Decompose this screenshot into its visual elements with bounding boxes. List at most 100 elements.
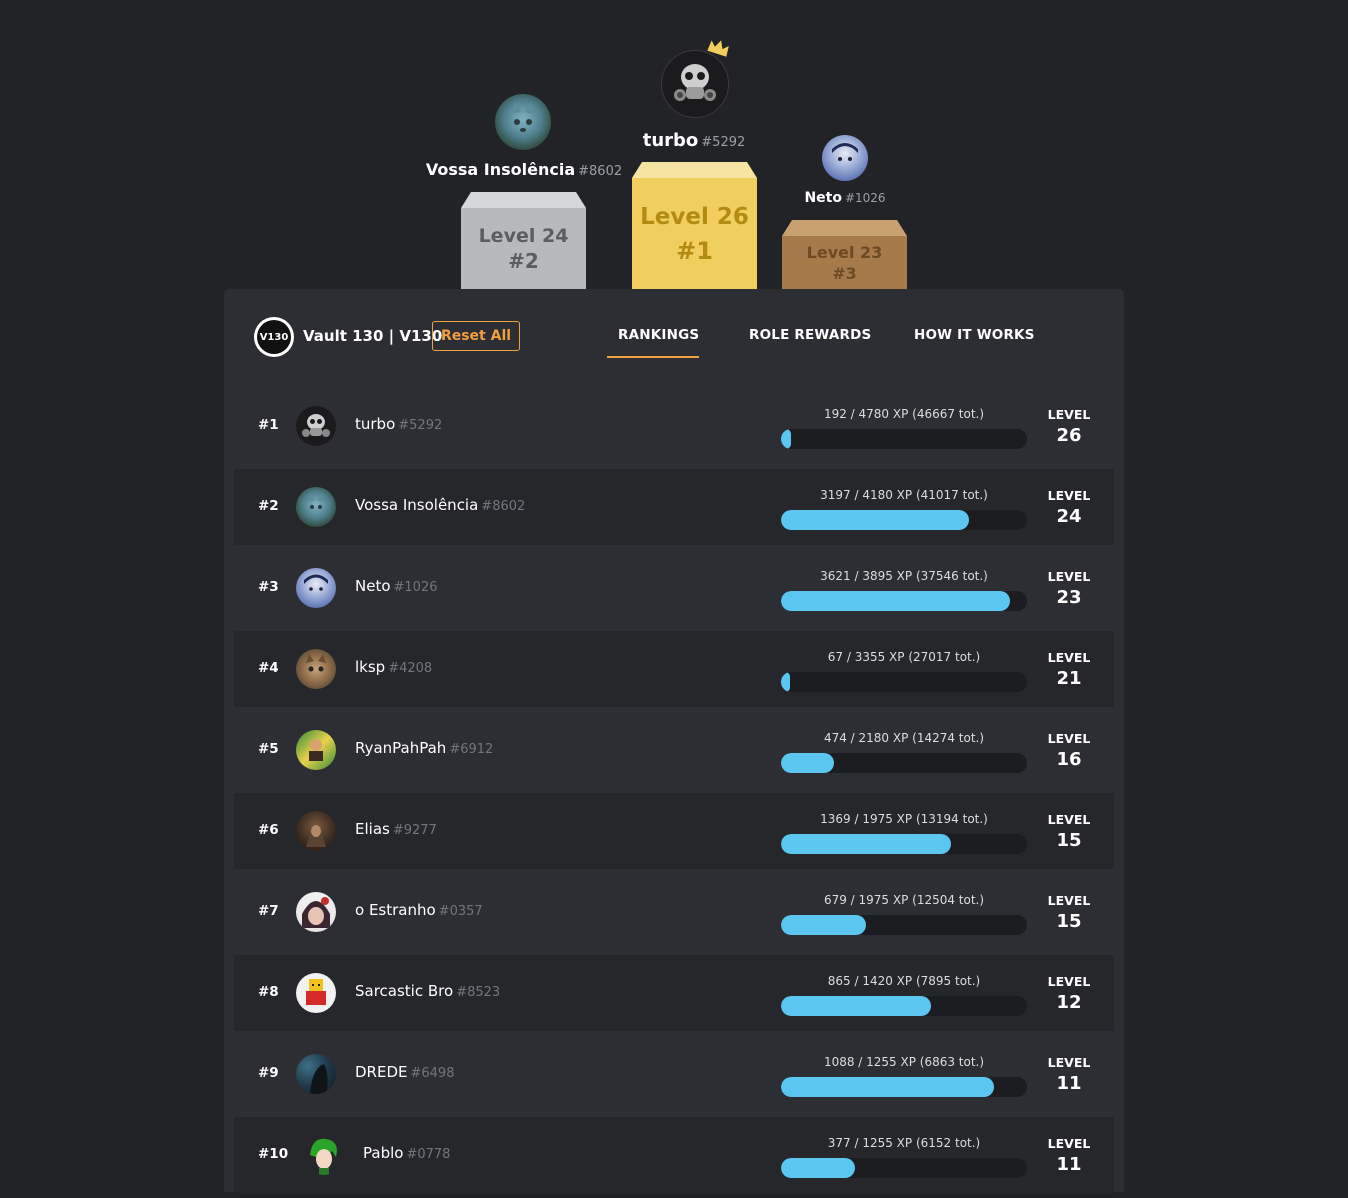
username: turbo #5292 <box>355 415 443 433</box>
reset-all-button[interactable]: Reset All <box>432 321 520 351</box>
rank-number: #3 <box>258 579 279 595</box>
leaderboard-panel: V130 Vault 130 | V130 Reset All RANKINGS… <box>224 289 1124 1193</box>
level-label: LEVEL <box>1047 1055 1091 1070</box>
podium-second-block: Level 24 #2 <box>461 192 586 289</box>
level-label: LEVEL <box>1047 569 1091 584</box>
xp-progress-bar <box>781 591 1027 611</box>
xp-text: 192 / 4780 XP (46667 tot.) <box>823 407 985 421</box>
level-number: 11 <box>1056 1154 1082 1175</box>
user-avatar[interactable] <box>296 406 336 446</box>
ranking-row[interactable]: #4 lksp #4208 67 / 3355 XP (27017 tot.) L… <box>234 631 1114 707</box>
xp-text: 3197 / 4180 XP (41017 tot.) <box>820 488 988 502</box>
level-number: 26 <box>1056 425 1082 446</box>
xp-progress-bar <box>781 1077 1027 1097</box>
podium-third-name: Neto #1026 <box>804 190 886 206</box>
rank-number: #2 <box>258 498 279 514</box>
server-icon: V130 <box>254 317 294 357</box>
xp-progress-fill <box>781 591 1010 611</box>
anime-boy-icon <box>832 143 858 161</box>
level-number: 11 <box>1056 1073 1082 1094</box>
level-number: 16 <box>1056 749 1082 770</box>
xp-text: 67 / 3355 XP (27017 tot.) <box>827 650 981 664</box>
podium-first-avatar[interactable] <box>661 50 729 118</box>
xp-progress-bar <box>781 510 1027 530</box>
anime-girl-icon <box>302 897 330 928</box>
level-number: 12 <box>1056 992 1082 1013</box>
tab-rankings[interactable]: RANKINGS <box>618 327 699 343</box>
level-label: LEVEL <box>1047 1136 1091 1151</box>
dark-figure-icon <box>310 1064 328 1094</box>
xp-progress-fill <box>781 510 969 530</box>
user-avatar[interactable] <box>296 973 336 1013</box>
xp-progress-fill <box>781 1077 994 1097</box>
podium-first-face: Level 26 #1 <box>632 178 757 289</box>
podium-third-avatar[interactable] <box>822 135 868 181</box>
skull-gasmask-icon <box>302 414 330 437</box>
username: Sarcastic Bro #8523 <box>355 982 501 1000</box>
podium: Vossa Insolência #8602 Level 24 #2 turbo #… <box>0 0 1348 290</box>
ranking-row[interactable]: #6 Elias #9277 1369 / 1975 XP (13194 tot.… <box>234 793 1114 869</box>
level-label: LEVEL <box>1047 731 1091 746</box>
crown-icon <box>707 40 729 57</box>
character-icon <box>309 739 323 761</box>
tab-how-it-works[interactable]: HOW IT WORKS <box>914 327 1035 343</box>
xp-text: 679 / 1975 XP (12504 tot.) <box>823 893 985 907</box>
username: lksp #4208 <box>355 658 433 676</box>
tab-role-rewards[interactable]: ROLE REWARDS <box>749 327 871 343</box>
level-label: LEVEL <box>1047 893 1091 908</box>
rank-number: #8 <box>258 984 279 1000</box>
green-hair-character-icon <box>310 1138 337 1175</box>
ranking-row[interactable]: #7 o Estranho #0357 679 / 1975 XP (12504 … <box>234 874 1114 950</box>
ranking-row[interactable]: #3 Neto #1026 3621 / 3895 XP (37546 tot.)… <box>234 550 1114 626</box>
xp-progress-bar <box>781 672 1027 692</box>
podium-first-level: Level 26 <box>640 203 749 230</box>
user-avatar[interactable] <box>296 649 336 689</box>
podium-third-rank: #3 <box>832 263 857 283</box>
xp-progress-fill <box>781 753 834 773</box>
podium-second-avatar[interactable] <box>495 94 551 150</box>
podium-first-rank: #1 <box>676 236 713 265</box>
ranking-row[interactable]: #9 DREDE #6498 1088 / 1255 XP (6863 tot.)… <box>234 1036 1114 1112</box>
cat-face-icon <box>307 493 325 509</box>
server-name: Vault 130 | V130 <box>303 327 443 345</box>
level-number: 21 <box>1056 668 1082 689</box>
ranking-row[interactable]: #8 Sarcastic Bro #8523 865 / 1420 XP (789… <box>234 955 1114 1031</box>
kitten-icon <box>306 654 326 672</box>
xp-progress-fill <box>781 996 931 1016</box>
xp-progress-bar <box>781 834 1027 854</box>
podium-first-top <box>632 162 757 178</box>
user-avatar[interactable] <box>296 811 336 851</box>
xp-progress-bar <box>781 429 1027 449</box>
xp-text: 474 / 2180 XP (14274 tot.) <box>823 731 985 745</box>
user-avatar[interactable] <box>304 1135 344 1175</box>
user-avatar[interactable] <box>296 892 336 932</box>
xp-text: 1369 / 1975 XP (13194 tot.) <box>820 812 988 826</box>
cat-face-icon <box>511 102 535 132</box>
podium-second-top <box>461 192 586 208</box>
user-avatar[interactable] <box>296 487 336 527</box>
rank-number: #9 <box>258 1065 279 1081</box>
podium-third-face: Level 23 #3 <box>782 236 907 289</box>
rank-number: #7 <box>258 903 279 919</box>
xp-text: 3621 / 3895 XP (37546 tot.) <box>820 569 988 583</box>
user-avatar[interactable] <box>296 1054 336 1094</box>
xp-progress-bar <box>781 753 1027 773</box>
ranking-row[interactable]: #10 Pablo #0778 377 / 1255 XP (6152 tot.)… <box>234 1117 1114 1193</box>
leaderboard-header: V130 Vault 130 | V130 Reset All RANKINGS… <box>224 289 1124 379</box>
username: RyanPahPah #6912 <box>355 739 494 757</box>
level-label: LEVEL <box>1047 407 1091 422</box>
xp-text: 1088 / 1255 XP (6863 tot.) <box>823 1055 985 1069</box>
xp-progress-fill <box>781 1158 855 1178</box>
ranking-row[interactable]: #2 Vossa Insolência #8602 3197 / 4180 XP … <box>234 469 1114 545</box>
ranking-row[interactable]: #5 RyanPahPah #6912 474 / 2180 XP (14274 … <box>234 712 1114 788</box>
xp-progress-fill <box>781 834 951 854</box>
user-avatar[interactable] <box>296 568 336 608</box>
user-avatar[interactable] <box>296 730 336 770</box>
ranking-row[interactable]: #1 turbo #5292 192 / 4780 XP (46667 tot.)… <box>234 388 1114 464</box>
anime-boy-icon <box>304 574 328 591</box>
level-number: 24 <box>1056 506 1082 527</box>
username: DREDE #6498 <box>355 1063 455 1081</box>
level-label: LEVEL <box>1047 650 1091 665</box>
podium-third-level: Level 23 <box>806 242 883 262</box>
username: Pablo #0778 <box>363 1144 451 1162</box>
